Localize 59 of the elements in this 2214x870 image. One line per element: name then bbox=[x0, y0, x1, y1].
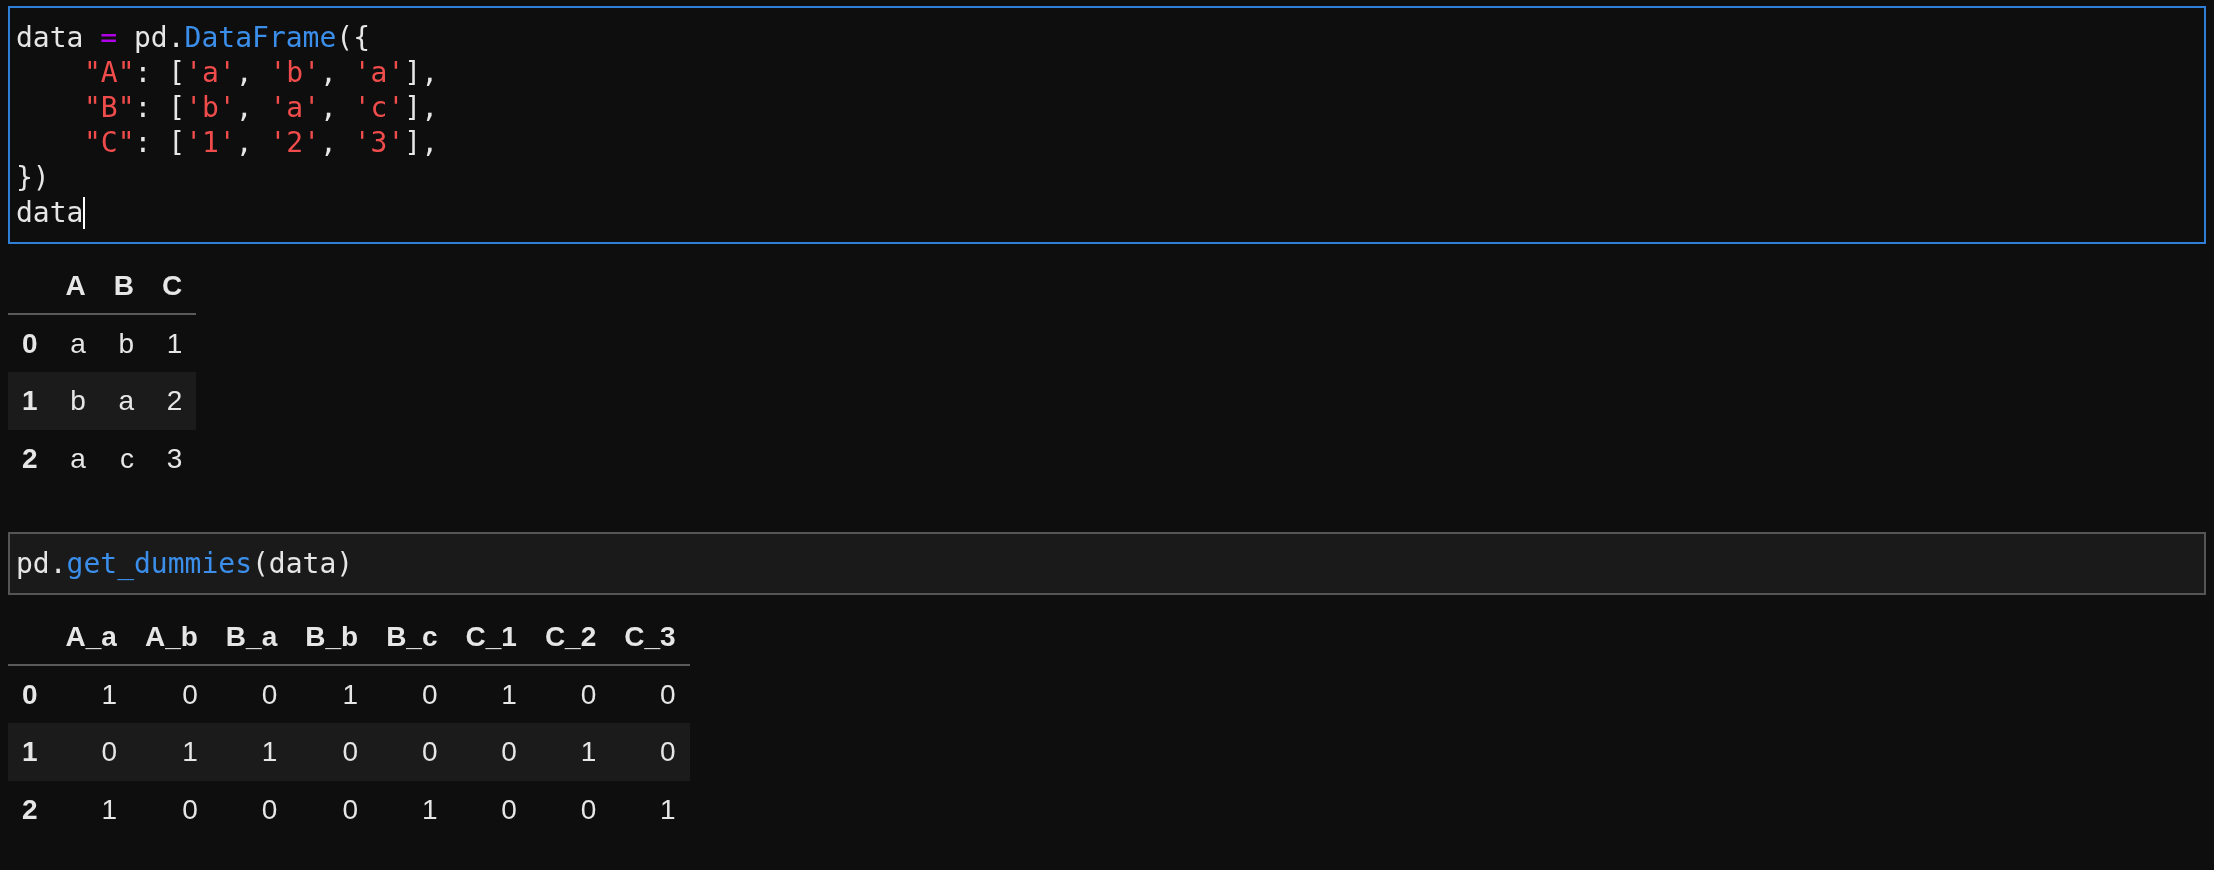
table-cell: c bbox=[99, 430, 149, 488]
row-index: 1 bbox=[8, 723, 52, 781]
table-cell: 1 bbox=[610, 781, 690, 839]
table-cell: 0 bbox=[211, 665, 292, 723]
table-cell: a bbox=[99, 372, 149, 430]
code-line: data bbox=[16, 195, 84, 230]
table-cell: 0 bbox=[130, 665, 212, 723]
code-cell[interactable]: pd.get_dummies(data) bbox=[8, 532, 2206, 595]
table-cell: 0 bbox=[291, 781, 373, 839]
table-cell: 0 bbox=[291, 723, 373, 781]
code-line: }) bbox=[16, 160, 50, 195]
row-index: 0 bbox=[8, 665, 52, 723]
table-cell: 1 bbox=[530, 723, 611, 781]
table-cell: 2 bbox=[148, 372, 197, 430]
column-header: A bbox=[51, 258, 100, 314]
code-line: "C": ['1', '2', '3'], bbox=[83, 125, 439, 160]
table-cell: 0 bbox=[51, 723, 131, 781]
table-cell: 1 bbox=[51, 781, 131, 839]
table-cell: 1 bbox=[130, 723, 212, 781]
code-line: "B": ['b', 'a', 'c'], bbox=[83, 90, 439, 125]
column-header: A_b bbox=[130, 609, 212, 665]
table-cell: b bbox=[99, 314, 149, 372]
table-cell: 1 bbox=[211, 723, 292, 781]
table-cell: 1 bbox=[372, 781, 452, 839]
table-cell: 0 bbox=[130, 781, 212, 839]
table-cell: 0 bbox=[372, 665, 452, 723]
column-header: C_2 bbox=[530, 609, 611, 665]
table-cell: 0 bbox=[451, 723, 531, 781]
table-cell: 0 bbox=[610, 665, 690, 723]
table-cell: 3 bbox=[148, 430, 197, 488]
column-header: B_c bbox=[372, 609, 452, 665]
table-cell: 0 bbox=[530, 665, 611, 723]
row-index: 2 bbox=[8, 781, 52, 839]
table-cell: a bbox=[51, 314, 100, 372]
column-header: C_3 bbox=[610, 609, 690, 665]
column-header: A_a bbox=[51, 609, 131, 665]
code-line: data = pd.DataFrame({ bbox=[16, 20, 371, 55]
table-cell: 1 bbox=[451, 665, 531, 723]
code-line: pd.get_dummies(data) bbox=[16, 546, 354, 581]
table-cell: 1 bbox=[291, 665, 373, 723]
table-cell: 0 bbox=[610, 723, 690, 781]
table-cell: 1 bbox=[51, 665, 131, 723]
row-index: 0 bbox=[8, 314, 52, 372]
column-header: C bbox=[148, 258, 197, 314]
column-header: C_1 bbox=[451, 609, 531, 665]
table-cell: 1 bbox=[148, 314, 197, 372]
table-cell: 0 bbox=[530, 781, 611, 839]
row-index: 2 bbox=[8, 430, 52, 488]
code-line: "A": ['a', 'b', 'a'], bbox=[83, 55, 439, 90]
column-header: B_a bbox=[211, 609, 292, 665]
table-cell: a bbox=[51, 430, 100, 488]
code-cell[interactable]: data = pd.DataFrame({ "A": ['a', 'b', 'a'], "B": ['b', 'a', 'c'], "C": ['1', '2', '3'], }) data bbox=[8, 6, 2206, 244]
table-cell: 0 bbox=[451, 781, 531, 839]
table-cell: 0 bbox=[211, 781, 292, 839]
column-header: B bbox=[99, 258, 149, 314]
row-index: 1 bbox=[8, 372, 52, 430]
column-header: B_b bbox=[291, 609, 373, 665]
table-cell: b bbox=[51, 372, 100, 430]
table-cell: 0 bbox=[372, 723, 452, 781]
